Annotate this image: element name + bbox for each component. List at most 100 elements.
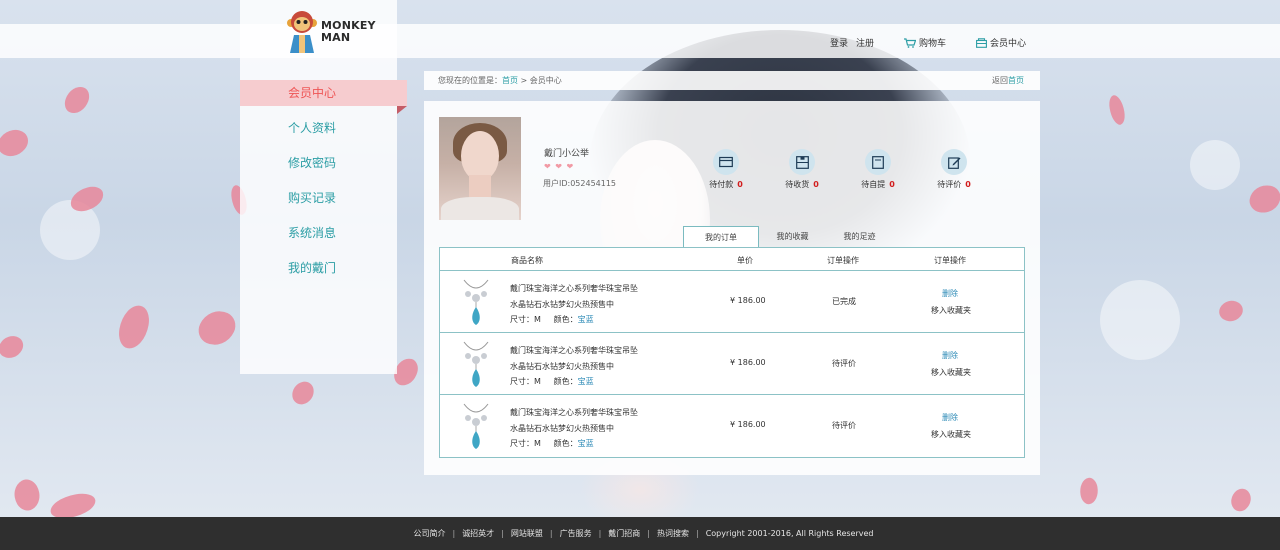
status-label: 待评价: [937, 180, 962, 189]
table-header: 商品名称 单价 订单操作 订单操作: [440, 248, 1024, 271]
product-title-line1[interactable]: 戴门珠宝海洋之心系列奢华珠宝吊坠: [510, 407, 638, 418]
copyright: Copyright 2001-2016, All Rights Reserved: [705, 529, 874, 538]
product-title-line2[interactable]: 水晶钻石水钻梦幻火热预售中: [510, 423, 614, 434]
order-status: 已完成: [832, 297, 856, 306]
orders-table: 商品名称 单价 订单操作 订单操作 戴门珠宝海洋之心系列奢华珠宝吊坠 水晶钻石水…: [439, 247, 1025, 458]
tab-my-favorites[interactable]: 我的收藏: [759, 226, 826, 247]
status-pending-review[interactable]: 待评价 0: [934, 149, 974, 190]
package-icon: [789, 149, 815, 175]
breadcrumb-separator: >: [518, 76, 530, 85]
petal: [1105, 93, 1129, 127]
petal: [8, 475, 46, 515]
product-thumbnail[interactable]: [460, 340, 492, 388]
sidebar-item-profile[interactable]: 个人资料: [240, 115, 397, 150]
product-title-line1[interactable]: 戴门珠宝海洋之心系列奢华珠宝吊坠: [510, 283, 638, 294]
back-home-link[interactable]: 首页: [1008, 76, 1024, 85]
status-label: 待付款: [709, 180, 734, 189]
bokeh: [40, 200, 100, 260]
tab-my-orders[interactable]: 我的订单: [683, 226, 759, 248]
status-pending-pickup[interactable]: 待自提 0: [858, 149, 898, 190]
sidebar-item-system-messages[interactable]: 系统消息: [240, 220, 397, 255]
member-center-link[interactable]: 会员中心: [976, 36, 1026, 49]
avatar[interactable]: [439, 117, 521, 220]
table-row: 戴门珠宝海洋之心系列奢华珠宝吊坠 水晶钻石水钻梦幻火热预售中 尺寸：M 颜色：宝…: [440, 333, 1024, 395]
footer-link-about[interactable]: 公司简介: [406, 517, 452, 550]
unit-price: ¥ 186.00: [730, 296, 766, 305]
product-thumbnail[interactable]: [460, 278, 492, 326]
sidebar-menu: 会员中心 个人资料 修改密码 购买记录 系统消息 我的戴门: [240, 80, 407, 290]
bokeh: [1100, 280, 1180, 360]
cart-icon: [903, 37, 916, 48]
petal: [1226, 485, 1256, 515]
petal: [193, 304, 241, 352]
user-id: 用户ID:052454115: [543, 179, 617, 188]
tab-my-footprints[interactable]: 我的足迹: [826, 226, 893, 247]
petal: [1247, 182, 1280, 216]
breadcrumb-prefix: 您现在的位置是：: [438, 76, 502, 85]
member-icon: [976, 37, 987, 48]
order-status-row: 待付款 0 待收货 0 待自提 0 待评价 0: [706, 149, 974, 190]
sidebar-item-change-password[interactable]: 修改密码: [240, 150, 397, 185]
unit-price: ¥ 186.00: [730, 420, 766, 429]
footer-link-affiliates[interactable]: 网站联盟: [504, 517, 550, 550]
product-size: M: [534, 377, 541, 386]
register-link[interactable]: 注册: [856, 36, 874, 49]
product-thumbnail[interactable]: [460, 402, 492, 450]
product-color: 宝蓝: [577, 377, 594, 386]
product-options: 尺寸：M 颜色：宝蓝: [510, 377, 594, 386]
footer-link-hot-search[interactable]: 热词搜索: [650, 517, 696, 550]
status-label: 待收货: [785, 180, 810, 189]
delete-link[interactable]: 删除: [942, 288, 958, 299]
breadcrumb: 您现在的位置是：首页 > 会员中心 返回首页: [424, 71, 1040, 90]
breadcrumb-current: 会员中心: [529, 76, 562, 85]
cart-link[interactable]: 购物车: [903, 36, 946, 49]
product-options: 尺寸：M 颜色：宝蓝: [510, 315, 594, 324]
product-color: 宝蓝: [577, 439, 594, 448]
top-navigation: 登录 注册 购物车 会员中心: [830, 36, 1026, 49]
petal: [67, 183, 107, 215]
edit-icon: [941, 149, 967, 175]
sidebar-item-my-daimen[interactable]: 我的戴门: [240, 255, 397, 290]
status-pending-receipt[interactable]: 待收货 0: [782, 149, 822, 190]
footer-link-franchise[interactable]: 戴门招商: [601, 517, 647, 550]
status-count: 0: [737, 180, 743, 189]
bokeh: [1190, 140, 1240, 190]
delete-link[interactable]: 删除: [942, 350, 958, 361]
table-row: 戴门珠宝海洋之心系列奢华珠宝吊坠 水晶钻石水钻梦幻火热预售中 尺寸：M 颜色：宝…: [440, 395, 1024, 457]
login-link[interactable]: 登录: [830, 36, 848, 49]
header-bar: [0, 24, 1280, 58]
user-name: 戴门小公举: [544, 149, 590, 159]
product-size: M: [534, 439, 541, 448]
sidebar-item-purchase-history[interactable]: 购买记录: [240, 185, 397, 220]
product-title-line1[interactable]: 戴门珠宝海洋之心系列奢华珠宝吊坠: [510, 345, 638, 356]
order-status: 待评价: [832, 421, 856, 430]
back-home: 返回首页: [992, 71, 1024, 90]
move-to-favorites-link[interactable]: 移入收藏夹: [931, 305, 971, 316]
petal: [0, 123, 33, 163]
footer-link-careers[interactable]: 诚招英才: [455, 517, 501, 550]
petal: [61, 83, 93, 117]
product-size: M: [534, 315, 541, 324]
wallet-icon: [713, 149, 739, 175]
product-title-line2[interactable]: 水晶钻石水钻梦幻火热预售中: [510, 299, 614, 310]
back-prefix: 返回: [992, 76, 1008, 85]
status-count: 0: [813, 180, 819, 189]
col-unit-price: 单价: [737, 256, 753, 265]
breadcrumb-home-link[interactable]: 首页: [502, 76, 518, 85]
member-center-panel: 戴门小公举 ❤ ❤ ❤ 用户ID:052454115 待付款 0 待收货 0 待自提…: [424, 101, 1040, 475]
footer-link-advertising[interactable]: 广告服务: [553, 517, 599, 550]
delete-link[interactable]: 删除: [942, 412, 958, 423]
cart-label: 购物车: [918, 39, 946, 49]
table-row: 戴门珠宝海洋之心系列奢华珠宝吊坠 水晶钻石水钻梦幻火热预售中 尺寸：M 颜色：宝…: [440, 271, 1024, 333]
logo[interactable]: MONKEY MAN: [286, 8, 376, 56]
move-to-favorites-link[interactable]: 移入收藏夹: [931, 367, 971, 378]
status-label: 待自提: [861, 180, 886, 189]
product-title-line2[interactable]: 水晶钻石水钻梦幻火热预售中: [510, 361, 614, 372]
box-icon: [865, 149, 891, 175]
order-status: 待评价: [832, 359, 856, 368]
col-product-name: 商品名称: [511, 256, 543, 265]
move-to-favorites-link[interactable]: 移入收藏夹: [931, 429, 971, 440]
sidebar-item-member-center[interactable]: 会员中心: [240, 80, 407, 114]
status-pending-payment[interactable]: 待付款 0: [706, 149, 746, 190]
status-count: 0: [889, 180, 895, 189]
